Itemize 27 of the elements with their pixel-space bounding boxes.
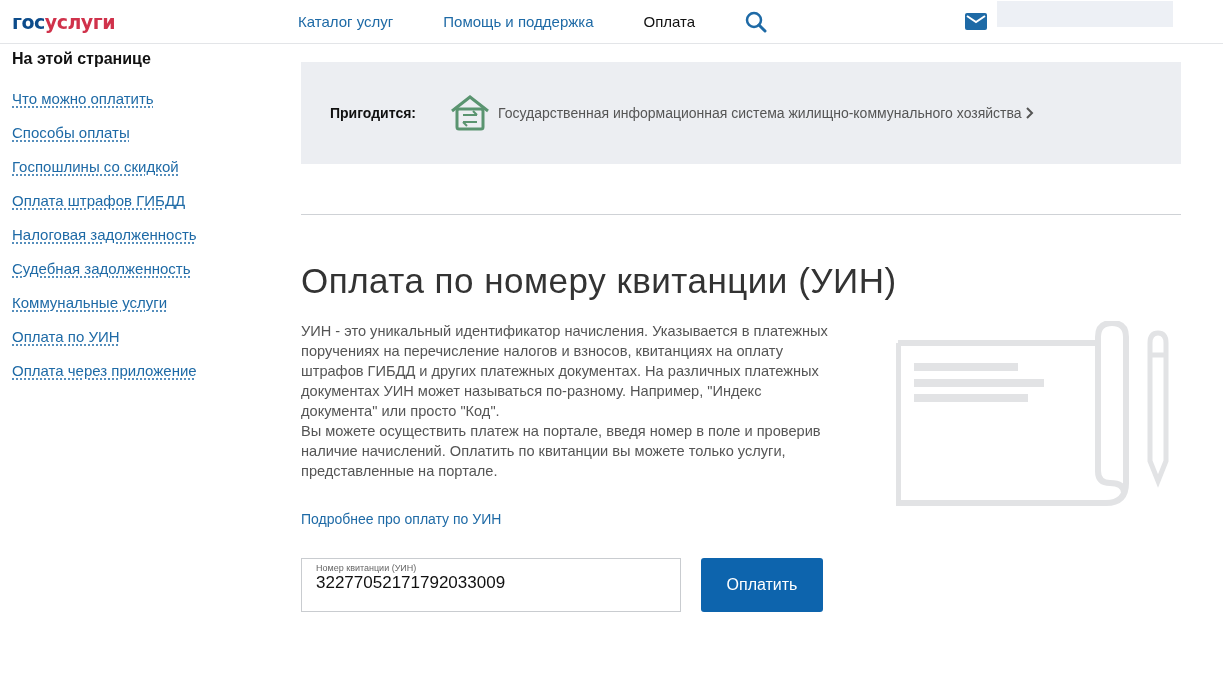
logo[interactable]: госуслуги (12, 10, 298, 33)
chevron-icon (1025, 107, 1034, 119)
nav-link[interactable]: Каталог услуг (298, 13, 394, 30)
nav-link[interactable]: Оплата (643, 13, 696, 30)
pay-button[interactable]: Оплатить (701, 558, 823, 612)
sidebar-link[interactable]: Оплата штрафов ГИБДД (12, 192, 186, 209)
description-text: УИН - это уникальный идентификатор начисления. Указывается в платежных поручениях на перечисление налогов и взносов, квитанциях на оплату штрафов ГИБДД и других платежных документах. На различных платежных документах УИН может называться по-разному. Например, "Индекс документа" или просто "Код". (301, 322, 829, 421)
banner-link[interactable]: Государственная информационная система жилищно-коммунального хозяйства (498, 105, 1034, 121)
nav-link[interactable]: Помощь и поддержка (443, 13, 594, 30)
sidebar-link[interactable]: Оплата через приложение (12, 362, 197, 379)
sidebar-link[interactable]: Судебная задолженность (12, 260, 191, 277)
mail-icon[interactable] (965, 13, 988, 30)
sidebar-link[interactable]: Налоговая задолженность (12, 226, 197, 243)
sidebar-link[interactable]: Что можно оплатить (12, 90, 154, 107)
sidebar-title: На этой странице (12, 50, 152, 68)
sidebar-link[interactable]: Коммунальные услуги (12, 294, 168, 311)
receipt-number-field[interactable]: Номер квитанции (УИН) 32277052171792033009 (301, 558, 681, 612)
field-label: Номер квитанции (УИН) (316, 563, 418, 573)
sidebar-link[interactable]: Оплата по УИН (12, 328, 120, 345)
page-heading: Оплата по номеру квитанции (УИН) (301, 261, 898, 301)
house-icon (450, 95, 490, 131)
description-text: Вы можете осуществить платеж на портале, введя номер в поле и проверив наличие начислений. Оплатить по квитанции вы можете только услуги, представленные на портале. (301, 422, 822, 481)
search-icon[interactable] (745, 10, 768, 33)
more-link[interactable]: Подробнее про оплату по УИН (301, 511, 502, 527)
banner-label: Пригодится: (330, 105, 418, 121)
sidebar-link[interactable]: Госпошлины со скидкой (12, 158, 179, 175)
sidebar-link[interactable]: Способы оплаты (12, 124, 130, 141)
